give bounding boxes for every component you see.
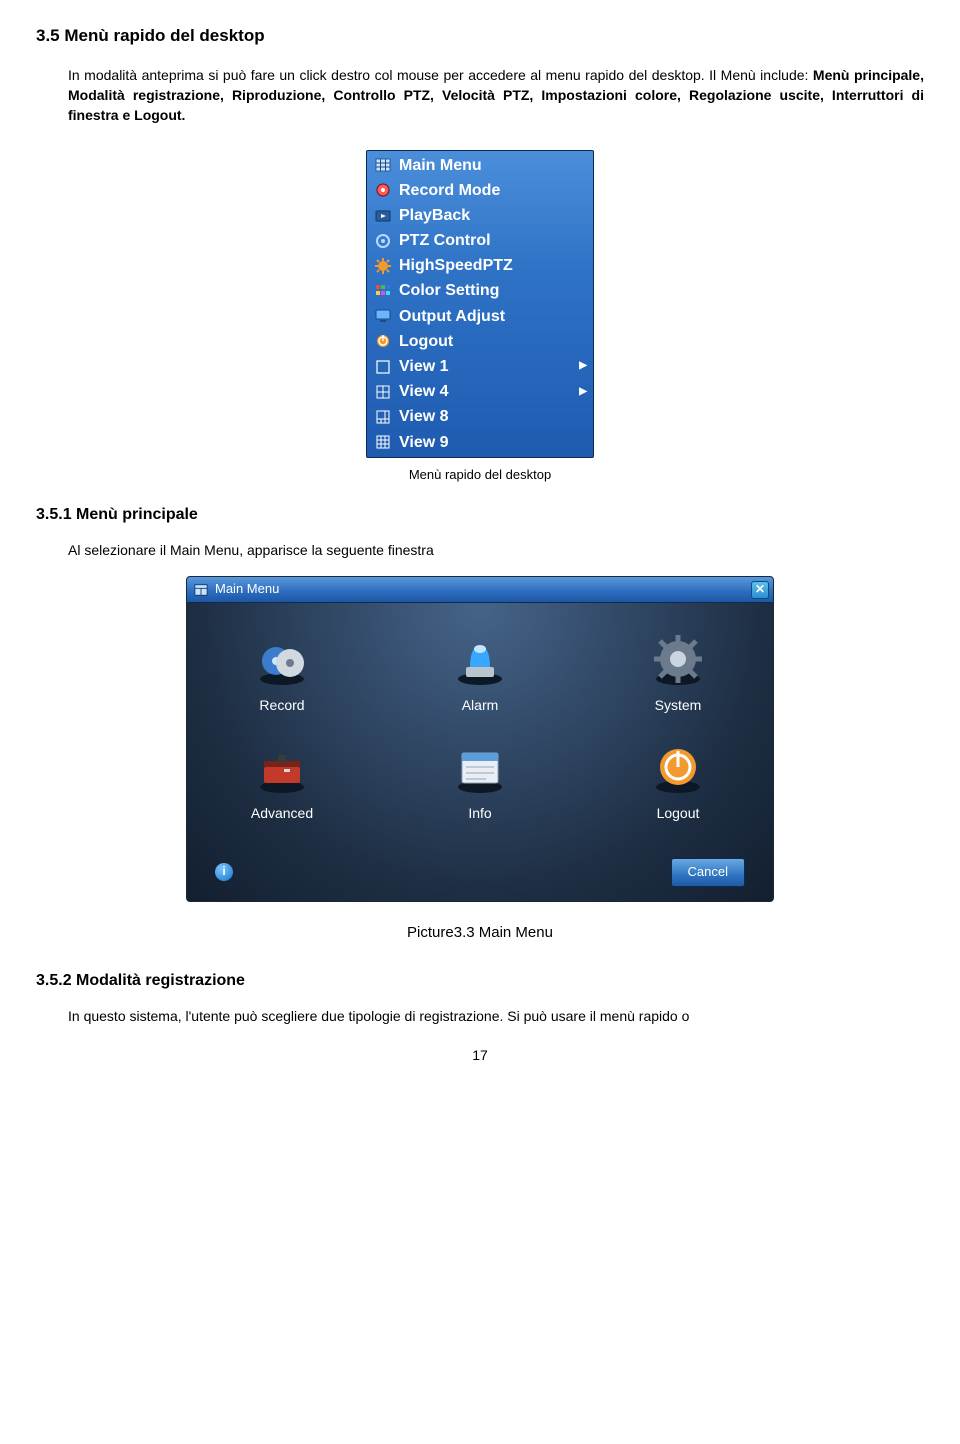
desktop-quick-menu: Main Menu Record Mode PlayBack PTZ Contr… [366, 150, 594, 458]
system-icon [650, 631, 706, 687]
section-351-intro: Al selezionare il Main Menu, apparisce l… [68, 540, 924, 560]
menu-item-ptz-control[interactable]: PTZ Control [367, 228, 593, 253]
player-icon [373, 207, 393, 225]
main-menu-body: Record Alarm [187, 603, 773, 900]
grid-3-icon [373, 156, 393, 174]
main-menu-title: Main Menu [215, 580, 751, 599]
main-menu-item-alarm[interactable]: Alarm [413, 631, 547, 715]
menu-item-label: View 4 [399, 380, 573, 403]
joystick-icon [373, 232, 393, 250]
menu-item-view9[interactable]: View 9 [367, 430, 593, 455]
view9-icon [373, 433, 393, 451]
menu-item-label: PTZ Control [399, 229, 587, 252]
menu-item-playback[interactable]: PlayBack [367, 203, 593, 228]
gear-icon [373, 257, 393, 275]
section-35-title: 3.5 Menù rapido del desktop [36, 24, 924, 49]
menu-item-view4[interactable]: View 4 ▶ [367, 379, 593, 404]
main-menu-item-advanced[interactable]: Advanced [215, 739, 349, 823]
menu-item-label: View 8 [399, 405, 587, 428]
section-35-paragraph: In modalità anteprima si può fare un cli… [68, 65, 924, 126]
monitor-icon [373, 307, 393, 325]
menu-item-label: View 1 [399, 355, 573, 378]
main-menu-titlebar: Main Menu ✕ [187, 577, 773, 603]
main-menu-item-label: Alarm [462, 695, 499, 715]
disc-icon [373, 181, 393, 199]
desktop-menu-caption: Menù rapido del desktop [36, 466, 924, 485]
section-35-text-pre: In modalità anteprima si può fare un cli… [68, 67, 813, 83]
main-menu-grid: Record Alarm [215, 631, 745, 824]
main-menu-item-label: Info [468, 803, 491, 823]
cancel-button[interactable]: Cancel [671, 858, 745, 887]
page-number: 17 [36, 1045, 924, 1065]
info-icon[interactable]: i [215, 863, 233, 881]
close-icon: ✕ [755, 581, 765, 598]
menu-item-main-menu[interactable]: Main Menu [367, 153, 593, 178]
menu-item-record-mode[interactable]: Record Mode [367, 178, 593, 203]
palette-icon [373, 282, 393, 300]
menu-item-label: Main Menu [399, 154, 587, 177]
menu-item-label: PlayBack [399, 204, 587, 227]
section-352-intro: In questo sistema, l'utente può sceglier… [68, 1006, 924, 1026]
main-menu-item-system[interactable]: System [611, 631, 745, 715]
chevron-right-icon: ▶ [579, 359, 587, 374]
view4-icon [373, 383, 393, 401]
main-menu-caption: Picture3.3 Main Menu [36, 922, 924, 944]
menu-item-highspeed-ptz[interactable]: HighSpeedPTZ [367, 253, 593, 278]
menu-item-logout[interactable]: Logout [367, 329, 593, 354]
menu-item-view8[interactable]: View 8 [367, 404, 593, 429]
menu-item-view1[interactable]: View 1 ▶ [367, 354, 593, 379]
menu-item-label: Output Adjust [399, 305, 587, 328]
main-menu-window: Main Menu ✕ Record [186, 576, 774, 901]
info-window-icon [452, 739, 508, 795]
menu-item-output-adjust[interactable]: Output Adjust [367, 304, 593, 329]
main-menu-item-label: Record [259, 695, 304, 715]
section-352-title: 3.5.2 Modalità registrazione [36, 969, 924, 992]
menu-item-label: Color Setting [399, 279, 587, 302]
view1-icon [373, 358, 393, 376]
main-menu-item-label: Advanced [251, 803, 313, 823]
power-icon [373, 332, 393, 350]
main-menu-footer: i Cancel [215, 852, 745, 887]
alarm-icon [452, 631, 508, 687]
menu-item-label: Logout [399, 330, 587, 353]
main-menu-item-record[interactable]: Record [215, 631, 349, 715]
record-icon [254, 631, 310, 687]
chevron-right-icon: ▶ [579, 385, 587, 400]
section-351-title: 3.5.1 Menù principale [36, 503, 924, 526]
main-menu-item-logout[interactable]: Logout [611, 739, 745, 823]
main-menu-item-label: System [655, 695, 702, 715]
logout-icon [650, 739, 706, 795]
window-icon [193, 582, 209, 598]
close-button[interactable]: ✕ [751, 581, 769, 599]
menu-item-label: HighSpeedPTZ [399, 254, 587, 277]
menu-item-color-setting[interactable]: Color Setting [367, 278, 593, 303]
advanced-icon [254, 739, 310, 795]
main-menu-item-info[interactable]: Info [413, 739, 547, 823]
view8-icon [373, 408, 393, 426]
main-menu-item-label: Logout [657, 803, 700, 823]
menu-item-label: Record Mode [399, 179, 587, 202]
menu-item-label: View 9 [399, 431, 587, 454]
